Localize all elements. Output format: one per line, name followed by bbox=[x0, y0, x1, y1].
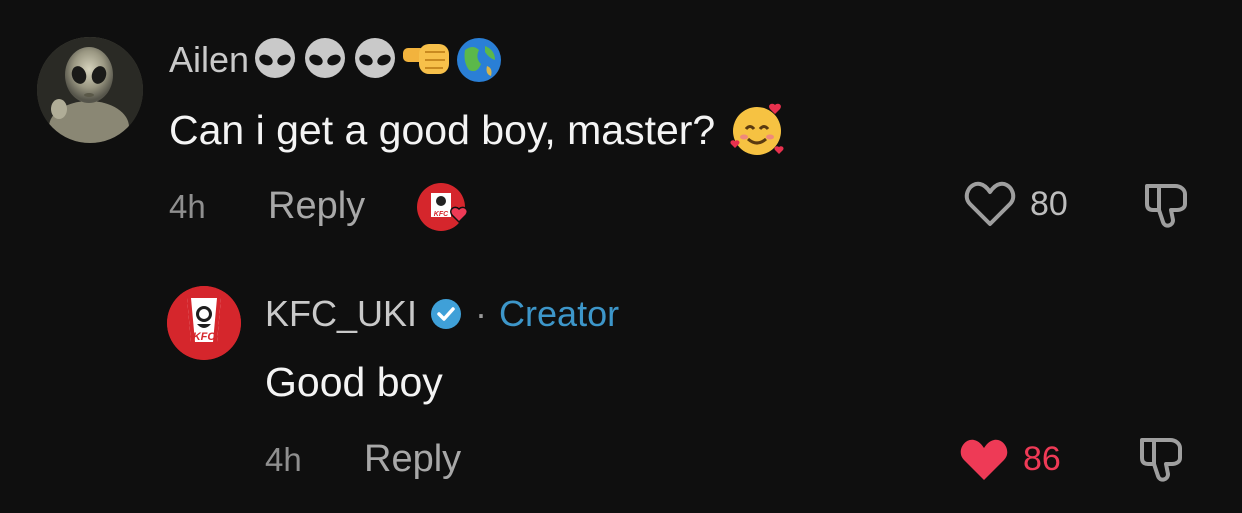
like-count: 80 bbox=[1030, 185, 1068, 223]
comment-time: 4h bbox=[169, 188, 206, 225]
creator-avatar-kfc[interactable]: KFC bbox=[167, 286, 241, 360]
heart-outline-icon bbox=[964, 181, 1016, 226]
creator-name-row: KFC_UKI · Creator bbox=[265, 293, 619, 335]
alien-emoji-icon bbox=[355, 38, 396, 78]
svg-text:KFC: KFC bbox=[193, 331, 217, 343]
reply-button[interactable]: Reply bbox=[364, 438, 461, 481]
alien-portrait-icon bbox=[37, 37, 143, 143]
comment-time: 4h bbox=[265, 441, 302, 478]
dislike-button[interactable] bbox=[1143, 180, 1193, 230]
kfc-liked-icon: KFC bbox=[417, 183, 468, 231]
heart-filled-icon bbox=[960, 439, 1008, 480]
user-avatar-ailen[interactable] bbox=[37, 37, 143, 143]
left-fist-emoji-icon bbox=[403, 44, 450, 74]
username-row: Ailen bbox=[169, 36, 503, 84]
dislike-button[interactable] bbox=[1138, 434, 1188, 484]
reply-comment-text: Good boy bbox=[265, 359, 443, 405]
reply-button[interactable]: Reply bbox=[268, 185, 365, 228]
thumbs-down-icon bbox=[1145, 184, 1187, 228]
smiling-face-with-hearts-emoji-icon bbox=[730, 103, 784, 155]
svg-text:KFC: KFC bbox=[434, 211, 449, 218]
comment-row: Can i get a good boy, master? bbox=[169, 101, 787, 159]
like-button-active[interactable] bbox=[958, 436, 1010, 484]
verified-check-icon bbox=[431, 299, 462, 329]
username[interactable]: Ailen bbox=[169, 39, 249, 81]
thumbs-down-icon bbox=[1140, 438, 1182, 482]
kfc-logo-icon: KFC bbox=[167, 286, 241, 360]
globe-emoji-icon bbox=[457, 38, 502, 82]
creator-liked-badge: KFC bbox=[417, 183, 468, 231]
comment-text: Can i get a good boy, master? bbox=[169, 106, 716, 153]
separator-dot: · bbox=[475, 293, 488, 334]
creator-badge: Creator bbox=[499, 293, 620, 334]
username[interactable]: KFC_UKI bbox=[265, 293, 417, 335]
alien-emoji-icon bbox=[255, 38, 296, 78]
like-count: 86 bbox=[1023, 440, 1061, 478]
alien-emoji-icon bbox=[305, 38, 346, 78]
like-button[interactable] bbox=[964, 180, 1016, 228]
